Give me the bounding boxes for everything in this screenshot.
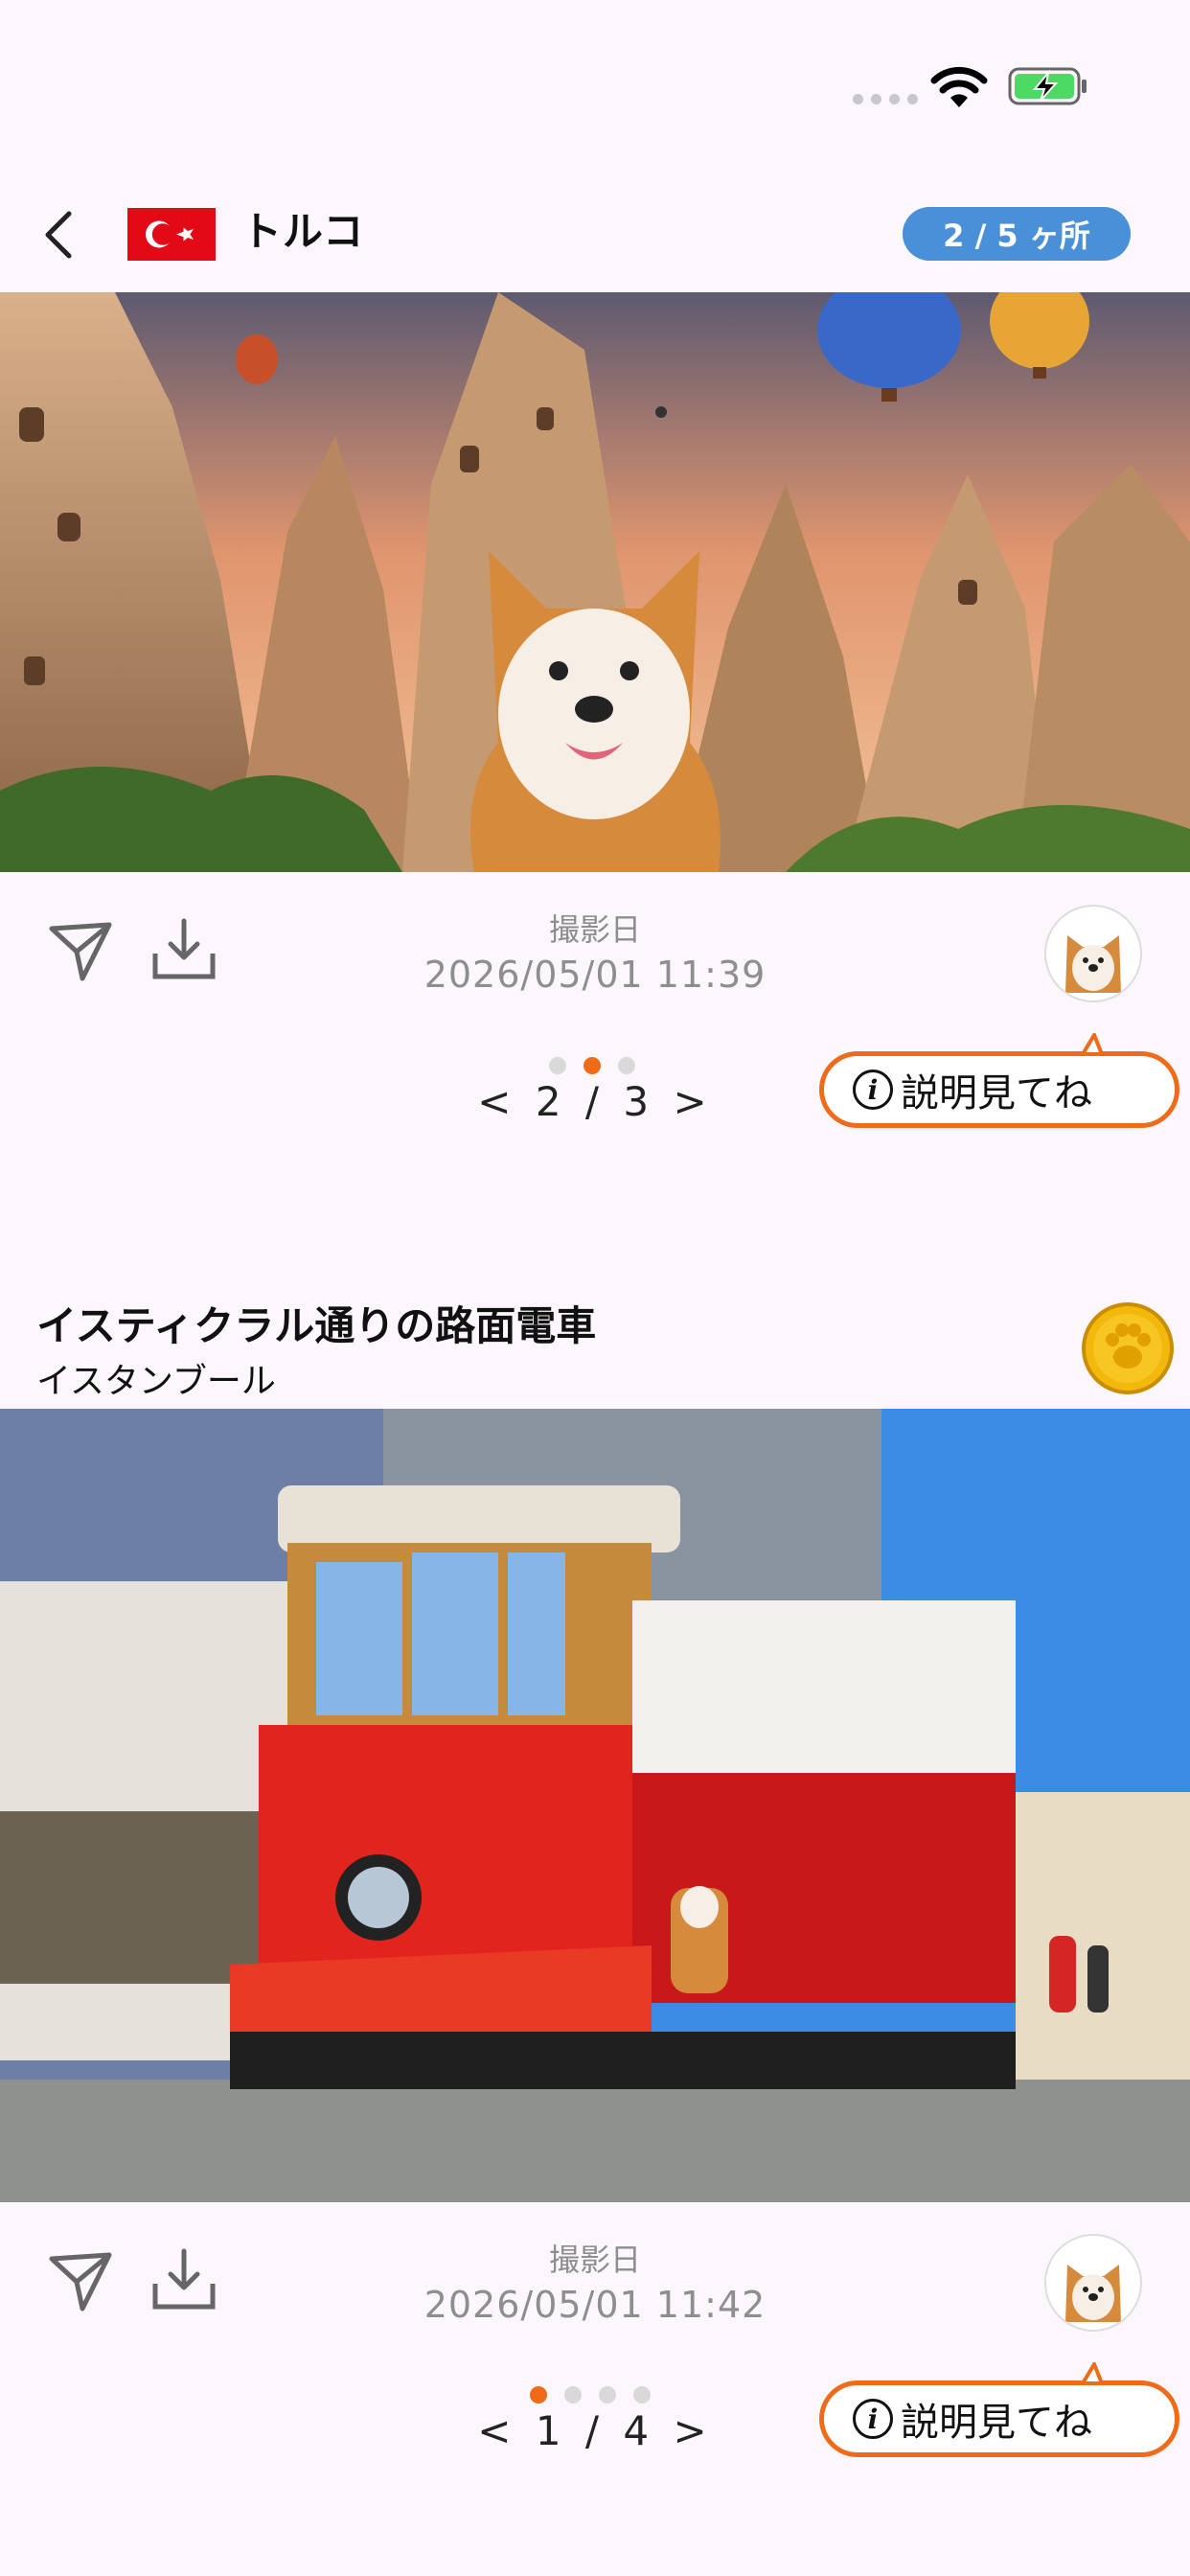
page-title: トルコ — [241, 208, 365, 255]
photo-istanbul-tram[interactable] — [0, 1409, 1190, 2202]
explain-button[interactable]: i 説明見てね — [819, 2380, 1179, 2457]
explain-button[interactable]: i 説明見てね — [819, 1051, 1179, 1128]
pager-dot-active — [530, 2386, 547, 2404]
info-icon: i — [853, 2399, 893, 2439]
download-button[interactable] — [149, 2245, 218, 2314]
paw-coin-icon[interactable] — [1081, 1301, 1175, 1395]
shot-date-label: 撮影日 — [548, 911, 641, 948]
visited-count-badge: 2 / 5 ヶ所 — [903, 207, 1131, 261]
spot-title: イスティクラル通りの路面電車 — [36, 1302, 597, 1349]
share-button[interactable] — [46, 915, 115, 984]
pager-dot — [599, 2386, 616, 2404]
pager-dot — [564, 2386, 582, 2404]
shot-date-value: 2026/05/01 11:42 — [423, 2284, 767, 2326]
pager-dot — [618, 1057, 635, 1074]
download-button[interactable] — [149, 915, 218, 984]
shiba-dog-image — [671, 1886, 728, 1993]
explain-button-label: 説明見てね — [901, 2401, 1092, 2445]
back-button[interactable] — [29, 206, 86, 264]
turkey-flag-icon — [127, 208, 216, 261]
avatar[interactable] — [1044, 2234, 1142, 2332]
status-bar — [0, 0, 1190, 172]
shiba-avatar-icon — [1065, 935, 1121, 993]
shot-date-label: 撮影日 — [548, 2242, 641, 2278]
chevron-left-icon — [45, 211, 72, 259]
explain-button-label: 説明見てね — [901, 1071, 1092, 1116]
speech-tail-icon — [1081, 2362, 1104, 2385]
pager-dots — [549, 1057, 635, 1074]
photo-pager[interactable]: < 2 / 3 > — [403, 1078, 787, 1125]
shiba-avatar-icon — [1065, 2265, 1121, 2322]
spot-subtitle: イスタンブール — [36, 1362, 276, 1401]
photo-cappadocia[interactable] — [0, 292, 1190, 872]
shot-date-value: 2026/05/01 11:39 — [423, 954, 767, 996]
battery-charging-icon — [1008, 67, 1087, 105]
speech-tail-icon — [1081, 1033, 1104, 1056]
cellular-signal-icon — [853, 94, 918, 104]
pager-dot — [549, 1057, 566, 1074]
pager-dot-active — [584, 1057, 601, 1074]
avatar[interactable] — [1044, 905, 1142, 1002]
share-button[interactable] — [46, 2245, 115, 2314]
pager-dots — [530, 2386, 651, 2404]
wifi-icon — [930, 66, 988, 107]
photo-pager[interactable]: < 1 / 4 > — [403, 2407, 787, 2454]
info-icon: i — [853, 1070, 893, 1110]
pager-dot — [633, 2386, 651, 2404]
